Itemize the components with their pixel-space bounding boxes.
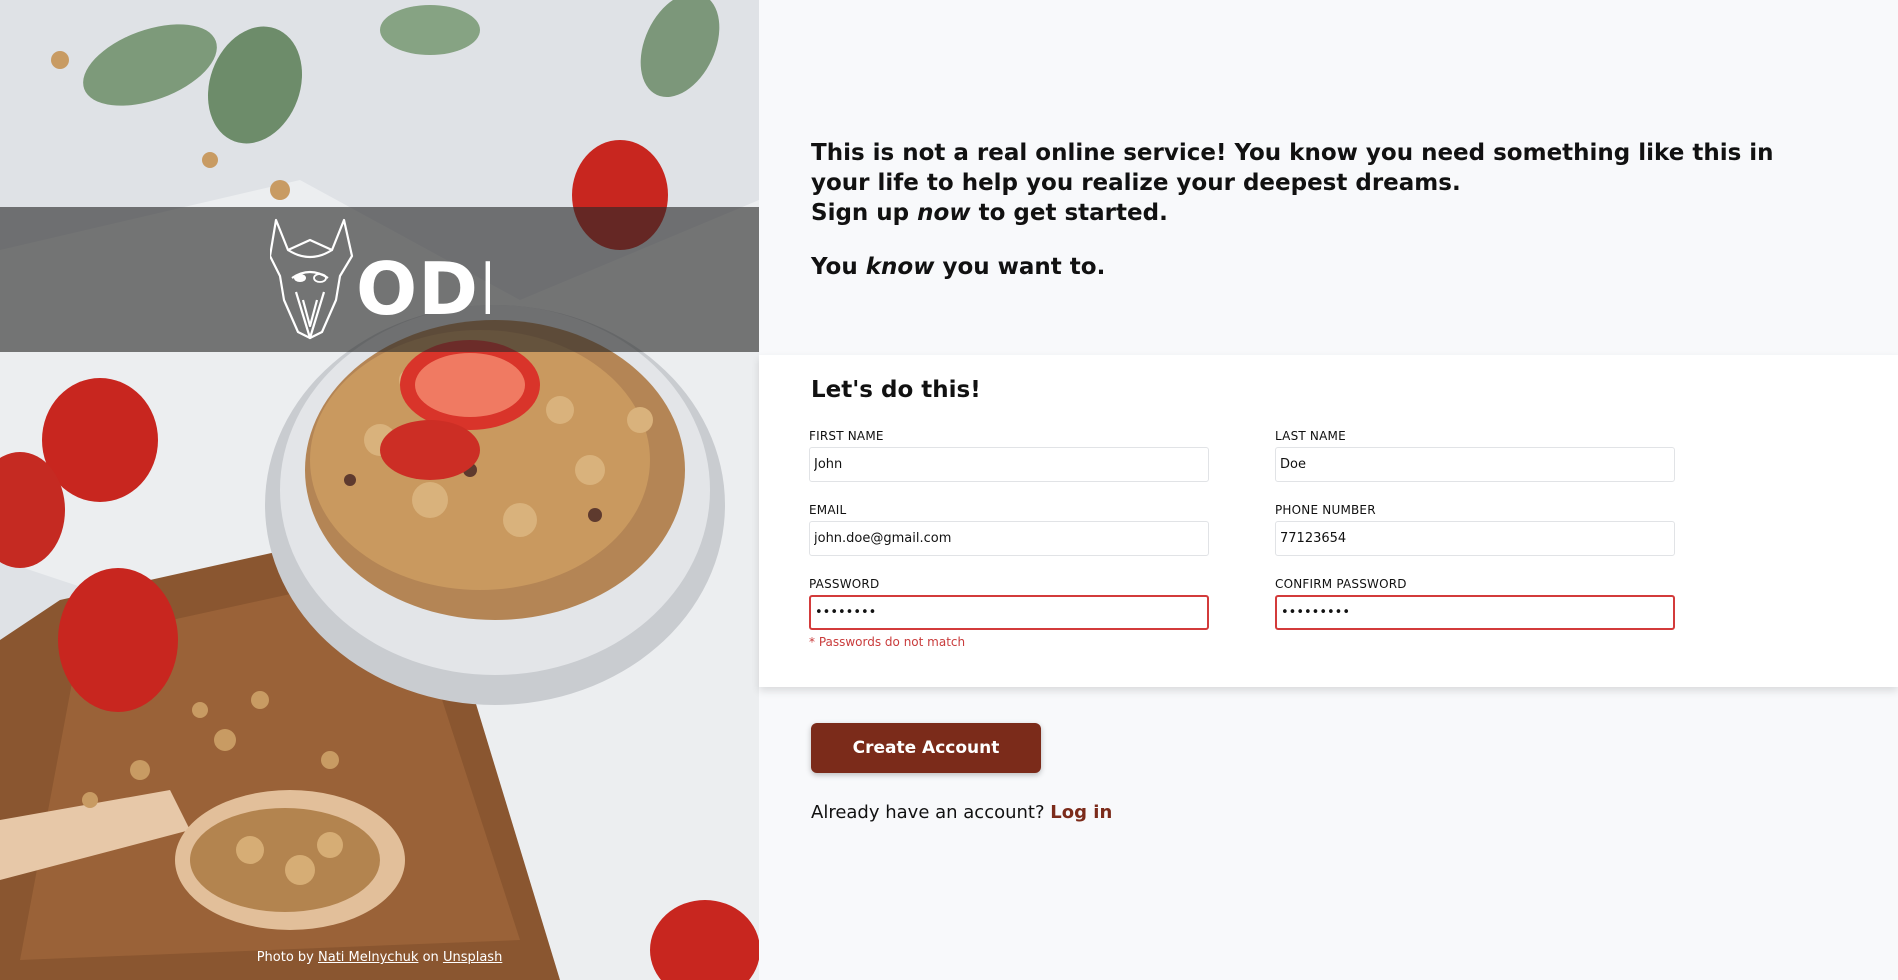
confirm-password-input[interactable] (1275, 595, 1675, 630)
email-field: EMAIL (809, 503, 1209, 556)
login-link[interactable]: Log in (1050, 802, 1112, 823)
signup-content: This is not a real online service! You k… (759, 0, 1898, 980)
password-field: PASSWORD * Passwords do not match (809, 577, 1209, 649)
intro-line-3-end: you want to. (942, 254, 1106, 280)
form-title: Let's do this! (811, 377, 981, 403)
phone-input[interactable] (1275, 521, 1675, 556)
credit-site-link[interactable]: Unsplash (443, 950, 502, 965)
last-name-label: LAST NAME (1275, 429, 1346, 443)
granola-photo (0, 0, 759, 980)
phone-field: PHONE NUMBER (1275, 503, 1675, 556)
intro-line-1: This is not a real online service! You k… (811, 140, 1774, 196)
first-name-label: FIRST NAME (809, 429, 884, 443)
password-input[interactable] (809, 595, 1209, 630)
hero-photo-panel: ODIN Photo by Nati Melnychuk on Unsplash (0, 0, 759, 980)
confirm-password-field: CONFIRM PASSWORD (1275, 577, 1675, 630)
logo-band: ODIN (0, 207, 759, 352)
odin-logo: ODIN (269, 218, 490, 339)
intro-emphasis-now: now (917, 200, 971, 226)
intro-line-2-end: to get started. (978, 200, 1168, 226)
intro-line-2-start: Sign up (811, 200, 910, 226)
intro-line-2: Sign up now to get started. (811, 198, 1811, 228)
first-name-input[interactable] (809, 447, 1209, 482)
password-label: PASSWORD (809, 577, 880, 591)
photo-credit: Photo by Nati Melnychuk on Unsplash (0, 950, 759, 965)
login-prompt-text: Already have an account? (811, 802, 1045, 823)
last-name-field: LAST NAME (1275, 429, 1675, 482)
login-prompt: Already have an account? Log in (811, 802, 1112, 823)
intro-emphasis-know: know (865, 254, 935, 280)
email-label: EMAIL (809, 503, 847, 517)
phone-label: PHONE NUMBER (1275, 503, 1376, 517)
credit-author-link[interactable]: Nati Melnychuk (318, 950, 418, 965)
logo-wordmark: ODIN (356, 247, 490, 331)
intro-line-3: You know you want to. (811, 252, 1811, 282)
intro-line-3-start: You (811, 254, 858, 280)
password-error-message: * Passwords do not match (809, 635, 966, 649)
signup-form: Let's do this! FIRST NAME LAST NAME EMAI… (759, 355, 1898, 687)
first-name-field: FIRST NAME (809, 429, 1209, 482)
credit-middle: on (422, 950, 439, 965)
create-account-button[interactable]: Create Account (811, 723, 1041, 773)
email-input[interactable] (809, 521, 1209, 556)
last-name-input[interactable] (1275, 447, 1675, 482)
credit-prefix: Photo by (256, 950, 314, 965)
intro-text: This is not a real online service! You k… (811, 138, 1811, 282)
confirm-password-label: CONFIRM PASSWORD (1275, 577, 1407, 591)
